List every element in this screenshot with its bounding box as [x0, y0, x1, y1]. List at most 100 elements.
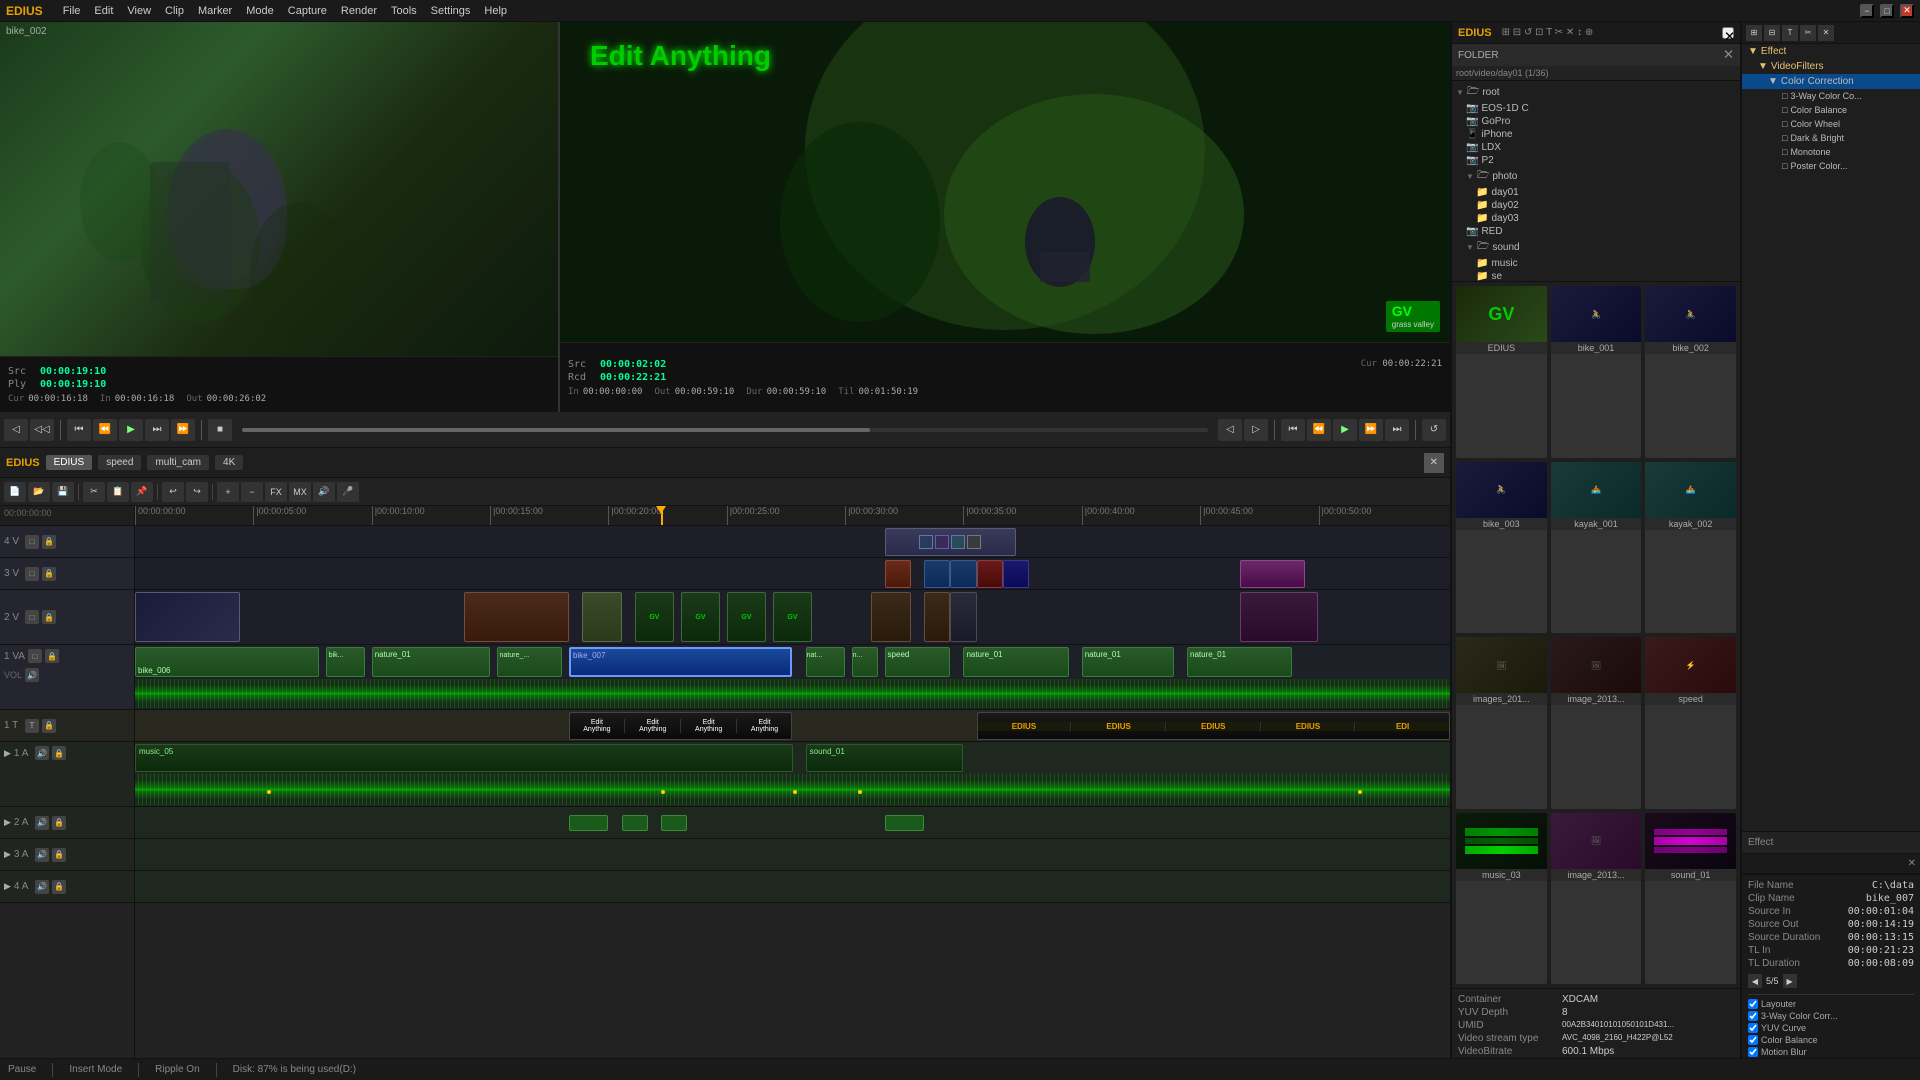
asset-thumb-kayak001[interactable]: 🚣 kayak_001: [1551, 462, 1642, 634]
prg-prev[interactable]: ⏮: [1281, 419, 1305, 441]
clip-1va-bike007[interactable]: bike_007: [569, 647, 793, 677]
clip-1va-nat[interactable]: nat...: [806, 647, 845, 677]
clip-2a-1[interactable]: [569, 815, 608, 831]
effect-tree-monotone[interactable]: □Monotone: [1742, 145, 1920, 159]
tl-fx[interactable]: FX: [265, 482, 287, 502]
status-pause[interactable]: Pause: [8, 1064, 36, 1075]
menu-edit[interactable]: Edit: [94, 5, 113, 17]
tl-del-track[interactable]: −: [241, 482, 263, 502]
effect-check-layouter[interactable]: [1748, 999, 1758, 1009]
tl-open[interactable]: 📂: [28, 482, 50, 502]
clip-2v-r1[interactable]: [871, 592, 910, 642]
tl-copy[interactable]: 📋: [107, 482, 129, 502]
track-lock-3a[interactable]: 🔒: [52, 848, 66, 862]
menu-capture[interactable]: Capture: [288, 5, 327, 17]
prg-play[interactable]: ▶: [1333, 419, 1357, 441]
clip-2v-nature1[interactable]: [464, 592, 569, 642]
folder-p2[interactable]: 📷P2: [1452, 154, 1740, 167]
vol-point-3[interactable]: [793, 790, 797, 794]
clip-2a-2[interactable]: [622, 815, 648, 831]
track-4v-clip-group[interactable]: [885, 528, 1017, 556]
folder-photo[interactable]: ▼🗁photo: [1452, 167, 1740, 186]
mark-out-button[interactable]: ◁◁: [30, 419, 54, 441]
folder-photo-day03[interactable]: 📁day03: [1452, 212, 1740, 225]
track-vol-icon[interactable]: 🔊: [25, 668, 39, 682]
track-lock-4v[interactable]: 🔒: [42, 535, 56, 549]
clip-1a-music05[interactable]: music_05: [135, 744, 793, 772]
clip-1va-bik[interactable]: bik...: [326, 647, 365, 677]
clip-1va-nature-s[interactable]: nature_...: [497, 647, 563, 677]
track-lock-4a[interactable]: 🔒: [52, 880, 66, 894]
prg-ffwd[interactable]: ⏩: [1359, 419, 1383, 441]
track-icon-3v[interactable]: □: [25, 567, 39, 581]
timeline-tab-multicam[interactable]: multi_cam: [147, 455, 209, 470]
folder-sound-se[interactable]: 📁se: [1452, 270, 1740, 281]
clip-1va-bike006[interactable]: bike_006: [135, 647, 319, 677]
asset-thumb-bike002[interactable]: 🚴 bike_002: [1645, 286, 1736, 458]
effect-toolbar-btn3[interactable]: T: [1782, 25, 1798, 41]
tl-cut[interactable]: ✂: [83, 482, 105, 502]
asset-thumb-music03[interactable]: music_03: [1456, 813, 1547, 985]
effect-page-next[interactable]: ▶: [1783, 974, 1797, 988]
track-vol-4a[interactable]: 🔊: [35, 880, 49, 894]
status-ripple[interactable]: Ripple On: [155, 1064, 199, 1075]
clip-1va-nature01-b[interactable]: nature_01: [963, 647, 1068, 677]
asset-thumb-kayak002[interactable]: 🚣 kayak_002: [1645, 462, 1736, 634]
menu-mode[interactable]: Mode: [246, 5, 274, 17]
source-progress-bar[interactable]: [242, 428, 1208, 432]
effect-toolbar-close[interactable]: ✕: [1818, 25, 1834, 41]
track-icon-4v[interactable]: □: [25, 535, 39, 549]
effect-bottom-close[interactable]: ✕: [1908, 858, 1916, 869]
track-icon-1t[interactable]: T: [25, 719, 39, 733]
prg-loop[interactable]: ↺: [1422, 419, 1446, 441]
folder-iphone[interactable]: 📱iPhone: [1452, 128, 1740, 141]
clip-2v-gv4[interactable]: GV: [773, 592, 812, 642]
menu-render[interactable]: Render: [341, 5, 377, 17]
clip-1va-nature01[interactable]: nature_01: [372, 647, 490, 677]
track-lock-1t[interactable]: 🔒: [42, 719, 56, 733]
clip-3v-4[interactable]: [977, 560, 1003, 588]
folder-photo-day02[interactable]: 📁day02: [1452, 199, 1740, 212]
asset-thumb-edius[interactable]: GV EDIUS: [1456, 286, 1547, 458]
effect-tree-colorcorrection[interactable]: ▼Color Correction: [1742, 74, 1920, 89]
effect-tree-darkbright[interactable]: □Dark & Bright: [1742, 131, 1920, 145]
prg-rew[interactable]: ⏪: [1307, 419, 1331, 441]
effect-toolbar-btn2[interactable]: ⊟: [1764, 25, 1780, 41]
clip-3v-2[interactable]: [924, 560, 950, 588]
vol-point-4[interactable]: [858, 790, 862, 794]
clip-2v-r4[interactable]: [1240, 592, 1319, 642]
effect-tree-postercolor[interactable]: □Poster Color...: [1742, 159, 1920, 173]
menu-settings[interactable]: Settings: [431, 5, 471, 17]
clip-2v-gv3[interactable]: GV: [727, 592, 766, 642]
asset-thumb-sound01[interactable]: sound_01: [1645, 813, 1736, 985]
effect-tree-colorwheel[interactable]: □Color Wheel: [1742, 117, 1920, 131]
clip-1a-sound01[interactable]: sound_01: [806, 744, 964, 772]
clip-2a-3[interactable]: [661, 815, 687, 831]
clip-3v-6[interactable]: [1240, 560, 1306, 588]
status-insert-mode[interactable]: Insert Mode: [69, 1064, 122, 1075]
prg-mark-out[interactable]: ▷: [1244, 419, 1268, 441]
next-frame-button[interactable]: ⏩: [171, 419, 195, 441]
tl-undo[interactable]: ↩: [162, 482, 184, 502]
track-lock-1a[interactable]: 🔒: [52, 746, 66, 760]
clip-2v-gv2[interactable]: GV: [681, 592, 720, 642]
effect-check-yuv[interactable]: [1748, 1023, 1758, 1033]
mark-in-button[interactable]: ◁: [4, 419, 28, 441]
track-vol-2a[interactable]: 🔊: [35, 816, 49, 830]
menu-tools[interactable]: Tools: [391, 5, 417, 17]
title-clip-group[interactable]: EditAnything EditAnything EditAnything E…: [569, 712, 793, 740]
asset-panel-close[interactable]: ✕: [1722, 27, 1734, 39]
vol-point-2[interactable]: [661, 790, 665, 794]
asset-thumb-speed[interactable]: ⚡ speed: [1645, 637, 1736, 809]
effect-check-motionblur[interactable]: [1748, 1047, 1758, 1057]
vol-point-5[interactable]: [1358, 790, 1362, 794]
asset-thumb-bike003[interactable]: 🚴 bike_003: [1456, 462, 1547, 634]
track-lock-2v[interactable]: 🔒: [42, 610, 56, 624]
tl-mix[interactable]: MX: [289, 482, 311, 502]
effect-tree-colorbalance[interactable]: □Color Balance: [1742, 103, 1920, 117]
minimize-button[interactable]: −: [1860, 4, 1874, 18]
clip-3v-3[interactable]: [950, 560, 976, 588]
stop-button[interactable]: ■: [208, 419, 232, 441]
folder-sound-music[interactable]: 📁music: [1452, 257, 1740, 270]
effect-tree-root[interactable]: ▼Effect: [1742, 44, 1920, 59]
